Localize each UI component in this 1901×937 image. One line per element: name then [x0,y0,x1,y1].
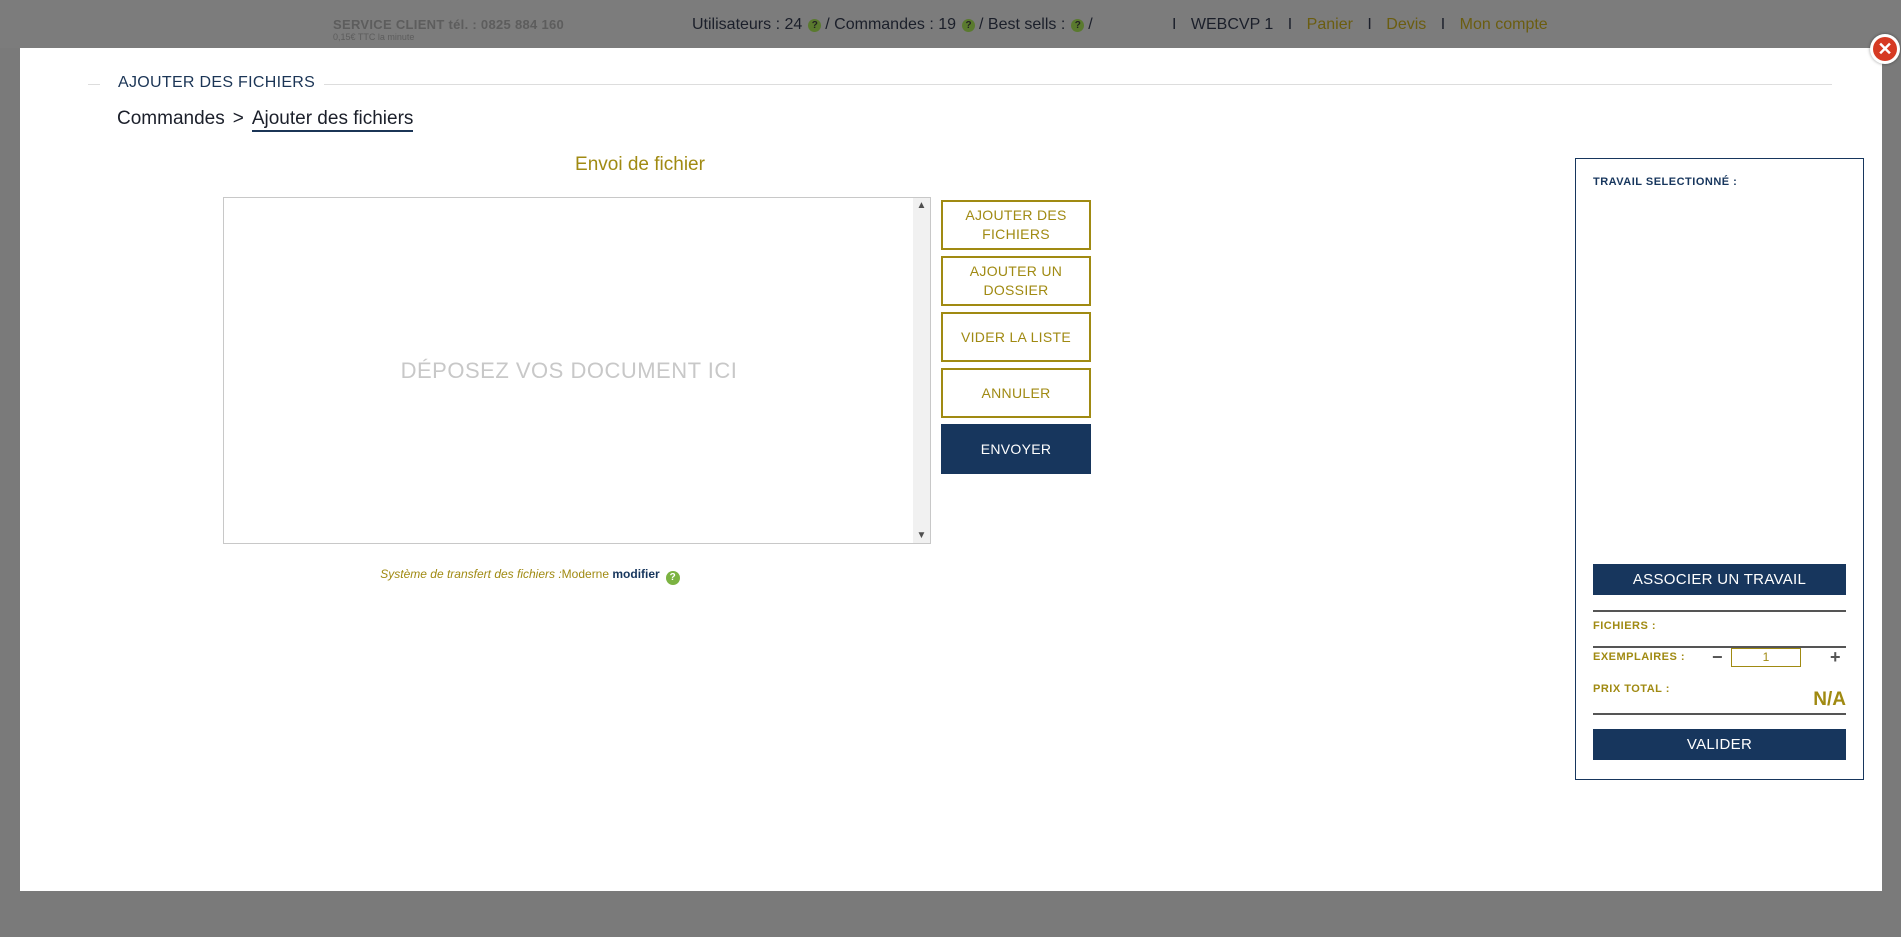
validate-button[interactable]: VALIDER [1593,729,1846,760]
upload-heading: Envoi de fichier [575,154,705,175]
selected-job-panel: TRAVAIL SELECTIONNÉ : ASSOCIER UN TRAVAI… [1575,158,1864,780]
breadcrumb: Commandes > Ajouter des fichiers [117,108,414,132]
help-icon[interactable]: ? [1071,19,1085,32]
help-icon[interactable]: ? [665,571,680,585]
panel-divider [1593,713,1846,715]
total-price-value: N/A [1813,689,1846,710]
separator: I [1172,16,1177,33]
orders-count: Commandes : 19 [834,16,957,33]
service-client-phone: SERVICE CLIENT tél. : 0825 884 160 [333,17,565,32]
service-client-rate: 0,15€ TTC la minute [333,32,415,42]
transfer-system-line: Système de transfert des fichiers :Moder… [220,567,840,585]
breadcrumb-separator: > [232,108,244,129]
drop-zone-text: DÉPOSEZ VOS DOCUMENT ICI [400,358,738,383]
close-modal-button[interactable]: ✕ [1870,34,1900,64]
add-files-button[interactable]: AJOUTER DES FICHIERS [941,200,1091,250]
users-count: Utilisateurs : 24 [692,16,803,33]
modify-transfer-link[interactable]: modifier [612,567,659,581]
scroll-up-icon[interactable]: ▲ [913,200,930,211]
account-links: I WEBCVP 1 I Panier I Devis I Mon compte [1162,16,1548,34]
slash-separator: / [825,16,830,33]
clear-list-button[interactable]: VIDER LA LISTE [941,312,1091,362]
separator: I [1287,16,1293,33]
help-icon[interactable]: ? [808,19,822,32]
transfer-mode-value: Moderne [561,567,610,581]
scroll-down-icon[interactable]: ▼ [913,530,930,541]
increase-copies-button[interactable]: + [1830,648,1841,666]
panel-divider [1593,610,1846,612]
cart-link[interactable]: Panier [1307,16,1353,33]
modal-title: AJOUTER DES FICHIERS [118,74,316,91]
copies-input[interactable]: 1 [1731,648,1801,667]
cancel-button[interactable]: ANNULER [941,368,1091,418]
selected-job-title: TRAVAIL SELECTIONNÉ : [1593,176,1738,188]
drop-zone-scrollbar[interactable]: ▲ ▼ [913,198,930,543]
best-sells-count: Best sells : [987,16,1066,33]
decrease-copies-button[interactable]: − [1712,648,1723,666]
account-link[interactable]: Mon compte [1460,16,1548,33]
user-name-link[interactable]: WEBCVP 1 [1191,16,1273,33]
breadcrumb-current[interactable]: Ajouter des fichiers [251,108,414,132]
title-divider [88,84,100,85]
file-drop-zone[interactable]: DÉPOSEZ VOS DOCUMENT ICI ▲ ▼ [223,197,931,544]
top-bar: SERVICE CLIENT tél. : 0825 884 160 0,15€… [0,0,1901,48]
associate-job-button[interactable]: ASSOCIER UN TRAVAIL [1593,564,1846,595]
slash-separator: / [979,16,984,33]
files-label: FICHIERS : [1593,620,1657,632]
quote-link[interactable]: Devis [1386,16,1426,33]
breadcrumb-orders[interactable]: Commandes [117,108,225,129]
total-price-label: PRIX TOTAL : [1593,683,1670,695]
title-divider [324,84,1832,85]
copies-label: EXEMPLAIRES : [1593,651,1686,663]
help-icon[interactable]: ? [962,19,976,32]
close-icon: ✕ [1877,39,1893,59]
add-files-modal: AJOUTER DES FICHIERS Commandes > Ajouter d… [20,48,1882,891]
add-folder-button[interactable]: AJOUTER UN DOSSIER [941,256,1091,306]
slash-separator: / [1088,16,1093,33]
separator: I [1440,16,1446,33]
transfer-system-label: Système de transfert des fichiers : [380,567,562,581]
separator: I [1367,16,1372,33]
send-button[interactable]: ENVOYER [941,424,1091,474]
stats-bar: Utilisateurs : 24? / Commandes : 19? / Bes… [692,16,1093,34]
